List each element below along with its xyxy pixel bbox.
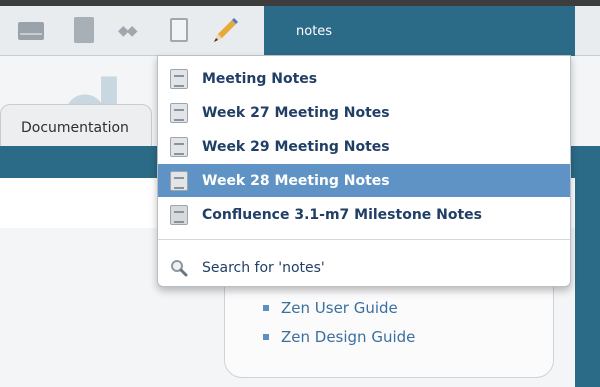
dropdown-item[interactable]: Meeting Notes	[158, 62, 570, 95]
search-for-item[interactable]: Search for 'notes'	[158, 251, 570, 284]
search-for-label: Search for 'notes'	[202, 259, 325, 276]
dropdown-item-selected[interactable]: Week 28 Meeting Notes	[158, 164, 570, 197]
document-icon[interactable]	[74, 17, 94, 43]
search-input[interactable]	[296, 24, 496, 39]
dropdown-item-label: Week 28 Meeting Notes	[202, 172, 390, 189]
page-icon	[170, 68, 188, 89]
blank-page-icon[interactable]	[170, 18, 188, 42]
page-icon	[170, 136, 188, 157]
dropdown-item-label: Confluence 3.1-m7 Milestone Notes	[202, 206, 483, 223]
quick-search-dropdown: Meeting Notes Week 27 Meeting Notes Week…	[157, 55, 571, 287]
tab-documentation-label: Documentation	[21, 120, 129, 136]
mail-icon[interactable]	[18, 22, 44, 40]
dropdown-divider	[158, 239, 570, 240]
dropdown-item[interactable]: Confluence 3.1-m7 Milestone Notes	[158, 198, 570, 231]
milestone-page-icon	[170, 204, 188, 225]
tab-documentation[interactable]: Documentation	[0, 104, 152, 146]
guide-link[interactable]: Zen User Guide	[263, 293, 415, 322]
magnifier-icon	[171, 259, 188, 276]
dropdown-item[interactable]: Week 29 Meeting Notes	[158, 130, 570, 163]
dropdown-item-label: Week 27 Meeting Notes	[202, 104, 390, 121]
top-toolbar: ◆◆	[0, 0, 600, 56]
guide-link[interactable]: Zen Design Guide	[263, 322, 415, 351]
dropdown-item[interactable]: Week 27 Meeting Notes	[158, 96, 570, 129]
pencil-icon[interactable]	[208, 14, 242, 48]
right-column	[575, 146, 600, 387]
dropdown-item-label: Meeting Notes	[202, 70, 318, 87]
page-icon	[170, 102, 188, 123]
arrows-icon[interactable]: ◆◆	[118, 23, 137, 39]
dropdown-item-label: Week 29 Meeting Notes	[202, 138, 390, 155]
page-icon	[170, 170, 188, 191]
